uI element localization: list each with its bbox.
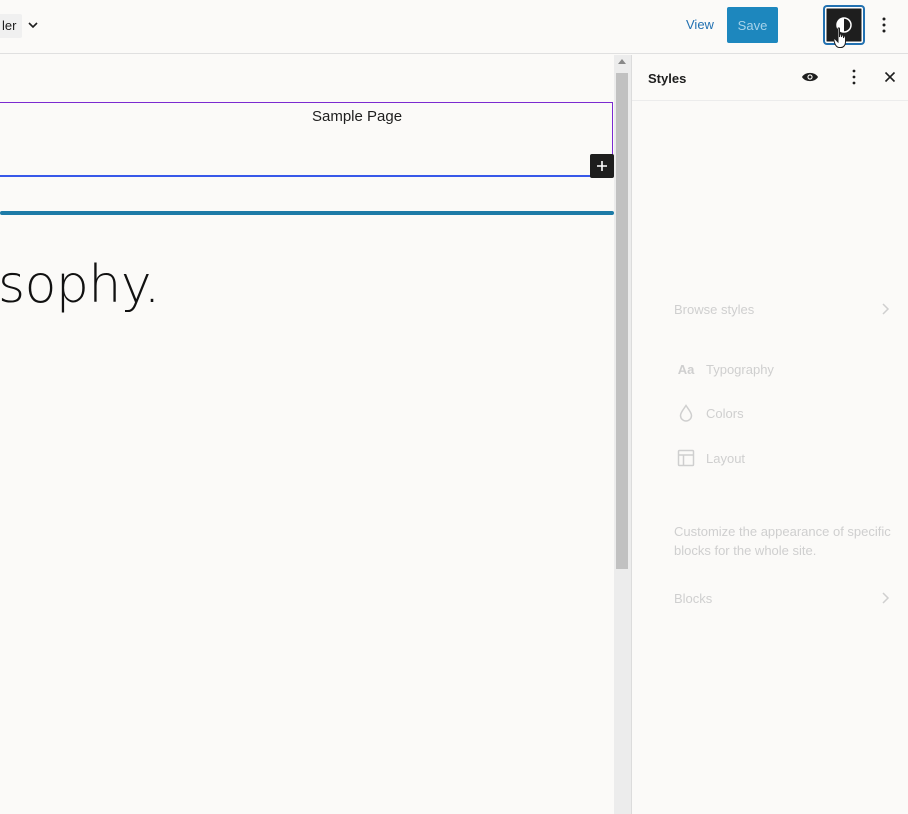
eye-icon: [802, 72, 818, 82]
typography-label: Typography: [706, 361, 774, 377]
colors-item[interactable]: Colors: [674, 401, 744, 425]
navigation-link-sample-page[interactable]: Sample Page: [312, 108, 402, 125]
editor-canvas[interactable]: Sample Page sophy.: [0, 55, 614, 814]
style-book-button[interactable]: [798, 65, 822, 89]
blocks-description: Customize the appearance of specific blo…: [674, 524, 891, 558]
selected-header-block[interactable]: [0, 102, 613, 177]
more-vertical-icon: [882, 17, 886, 33]
browse-styles-label: Browse styles: [674, 301, 755, 317]
chevron-right-icon: [882, 303, 890, 315]
save-button[interactable]: Save: [727, 7, 778, 43]
template-title[interactable]: ler: [0, 14, 23, 38]
browse-styles-button[interactable]: Browse styles: [674, 297, 892, 321]
editor-top-bar: ler View Save: [0, 0, 908, 814]
sidebar-header: Styles: [632, 55, 908, 101]
block-inserter-button[interactable]: [590, 154, 614, 178]
heading-block[interactable]: sophy.: [0, 255, 160, 315]
chevron-down-icon[interactable]: [24, 16, 42, 34]
layout-icon: [674, 446, 698, 470]
site-editor: ler View Save Sample Page sophy. Styles …: [0, 0, 908, 814]
layout-label: Layout: [706, 450, 746, 466]
blocks-button[interactable]: Blocks: [674, 586, 892, 610]
separator-block[interactable]: [0, 211, 614, 215]
typography-icon: Aa: [677, 361, 695, 377]
blocks-label: Blocks: [674, 590, 713, 606]
more-vertical-icon: [852, 69, 856, 85]
colors-label: Colors: [706, 405, 744, 421]
droplet-icon: [674, 401, 698, 425]
canvas-scrollbar[interactable]: [614, 55, 632, 814]
chevron-right-icon: [882, 592, 890, 604]
styles-sidebar: Styles Browse styles Aa Typography Color…: [632, 55, 908, 814]
close-icon: [884, 71, 896, 83]
sidebar-title: Styles: [648, 71, 687, 86]
scrollbar-thumb[interactable]: [616, 73, 628, 569]
plus-icon: [597, 161, 607, 171]
view-link[interactable]: View: [686, 17, 714, 32]
typography-item[interactable]: Aa Typography: [674, 357, 774, 381]
options-menu-button[interactable]: [867, 8, 901, 42]
scroll-up-arrow-icon[interactable]: [618, 59, 626, 64]
hand-cursor-icon: [833, 27, 846, 48]
close-sidebar-button[interactable]: [878, 65, 902, 89]
sidebar-options-button[interactable]: [842, 65, 866, 89]
layout-item[interactable]: Layout: [674, 446, 745, 470]
